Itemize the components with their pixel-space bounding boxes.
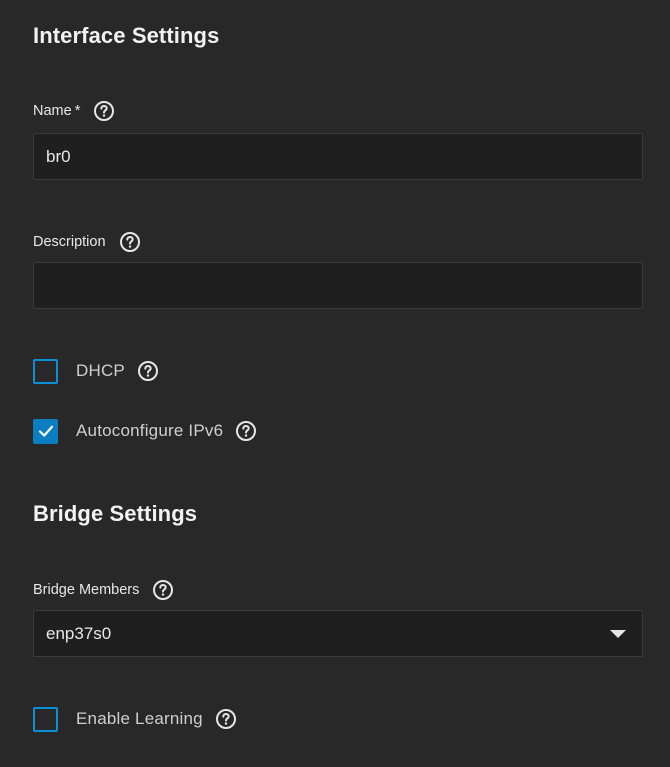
enable-learning-label[interactable]: Enable Learning [76, 709, 203, 729]
autoconfigure-ipv6-help-icon[interactable] [235, 420, 257, 442]
name-label-row: Name * [33, 100, 115, 122]
enable-learning-help-icon[interactable] [215, 708, 237, 730]
enable-learning-row: Enable Learning [33, 706, 237, 732]
checkmark-icon [38, 425, 53, 437]
dhcp-label[interactable]: DHCP [76, 361, 125, 381]
name-input[interactable] [46, 146, 642, 167]
dhcp-row: DHCP [33, 358, 159, 384]
network-interface-form: Interface Settings Name * Description DH… [0, 0, 670, 767]
enable-learning-checkbox[interactable] [33, 706, 58, 732]
description-label: Description [33, 234, 106, 250]
name-input-container [33, 133, 643, 180]
autoconfigure-ipv6-row: Autoconfigure IPv6 [33, 418, 257, 444]
autoconfigure-ipv6-label[interactable]: Autoconfigure IPv6 [76, 421, 223, 441]
name-help-icon[interactable] [93, 100, 115, 122]
required-marker: * [74, 103, 81, 119]
dhcp-help-icon[interactable] [137, 360, 159, 382]
description-input[interactable] [46, 275, 642, 296]
chevron-down-icon[interactable] [610, 629, 626, 638]
dhcp-checkbox[interactable] [33, 358, 58, 384]
name-label: Name [33, 103, 72, 119]
bridge-members-label: Bridge Members [33, 582, 140, 598]
description-help-icon[interactable] [119, 231, 141, 253]
interface-settings-title: Interface Settings [33, 23, 220, 48]
description-label-row: Description [33, 231, 141, 253]
bridge-members-select[interactable]: enp37s0 [33, 610, 643, 657]
bridge-members-value: enp37s0 [46, 623, 112, 643]
bridge-members-help-icon[interactable] [152, 579, 174, 601]
autoconfigure-ipv6-checkbox[interactable] [33, 418, 58, 444]
description-input-container [33, 262, 643, 309]
bridge-members-label-row: Bridge Members [33, 579, 174, 601]
bridge-settings-title: Bridge Settings [33, 501, 198, 526]
